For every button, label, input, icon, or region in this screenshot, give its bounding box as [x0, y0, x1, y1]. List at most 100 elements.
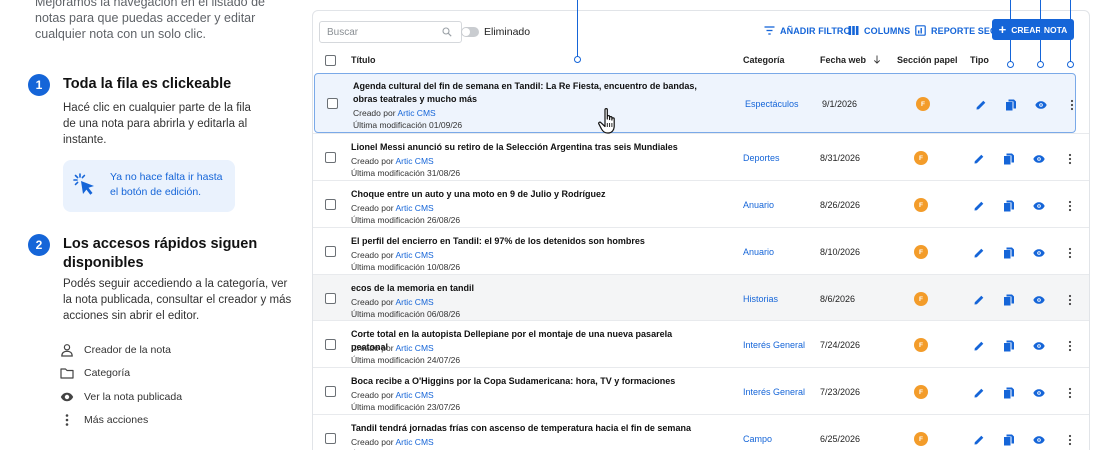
creator-link[interactable]: Artic CMS [395, 203, 433, 213]
creator-link[interactable]: Artic CMS [395, 250, 433, 260]
edit-icon[interactable] [973, 246, 985, 258]
category-link[interactable]: Campo [743, 434, 772, 444]
created-by-label: Creado por [351, 390, 394, 400]
note-meta: Creado por Artic CMS Última modificación … [351, 155, 460, 179]
table-row[interactable]: Tandil tendrá jornadas frías con ascenso… [313, 414, 1089, 450]
duplicate-icon[interactable] [1003, 199, 1015, 212]
edit-icon[interactable] [973, 152, 985, 164]
legend-item-view: Ver la nota publicada [60, 385, 182, 409]
creator-link[interactable]: Artic CMS [395, 156, 433, 166]
view-published-icon[interactable] [1033, 152, 1045, 164]
note-meta: Creado por Artic CMS Última modificación … [353, 107, 462, 131]
duplicate-icon[interactable] [1003, 386, 1015, 399]
duplicate-icon[interactable] [1003, 293, 1015, 306]
more-actions-icon[interactable] [1064, 433, 1076, 446]
view-published-icon[interactable] [1033, 339, 1045, 351]
view-published-icon[interactable] [1033, 246, 1045, 258]
web-date: 6/25/2026 [820, 434, 861, 444]
view-published-icon[interactable] [1033, 386, 1045, 398]
column-header-type[interactable]: Tipo [970, 55, 989, 65]
person-icon [61, 343, 73, 357]
add-filter-button[interactable]: AÑADIR FILTRO [764, 25, 851, 36]
created-by-label: Creado por [351, 297, 394, 307]
more-actions-icon[interactable] [1066, 98, 1078, 111]
duplicate-icon[interactable] [1003, 246, 1015, 259]
plus-icon: + [998, 22, 1007, 37]
row-checkbox[interactable] [325, 386, 336, 397]
annotation-line [1010, 0, 1011, 62]
edit-icon[interactable] [973, 339, 985, 351]
toolbar: Eliminado AÑADIR FILTRO COLUMNS REPORTE … [313, 11, 1089, 49]
view-published-icon[interactable] [1033, 199, 1045, 211]
created-by-label: Creado por [351, 343, 394, 353]
creator-link[interactable]: Artic CMS [395, 297, 433, 307]
creator-link[interactable]: Artic CMS [397, 108, 435, 118]
category-link[interactable]: Anuario [743, 247, 774, 257]
more-actions-icon[interactable] [1064, 152, 1076, 165]
row-checkbox[interactable] [325, 246, 336, 257]
web-date: 8/10/2026 [820, 247, 861, 257]
note-title: Tandil tendrá jornadas frías con ascenso… [351, 423, 691, 433]
table-row[interactable]: Lionel Messi anunció su retiro de la Sel… [313, 133, 1089, 180]
column-header-paper[interactable]: Sección papel [897, 55, 958, 65]
folder-icon [60, 368, 74, 379]
view-published-icon[interactable] [1033, 433, 1045, 445]
note-title: Agenda cultural del fin de semana en Tan… [353, 81, 697, 104]
annotation-dot [1007, 61, 1014, 68]
edit-icon[interactable] [973, 433, 985, 445]
duplicate-icon[interactable] [1003, 433, 1015, 446]
category-link[interactable]: Anuario [743, 200, 774, 210]
table-row[interactable]: Choque entre un auto y una moto en 9 de … [313, 180, 1089, 227]
deleted-toggle[interactable] [461, 27, 479, 37]
more-actions-icon[interactable] [1064, 339, 1076, 352]
column-header-date[interactable]: Fecha web [820, 55, 881, 65]
row-checkbox[interactable] [325, 199, 336, 210]
create-note-button[interactable]: + CREAR NOTA [992, 19, 1074, 40]
more-actions-icon[interactable] [1064, 293, 1076, 306]
table-row[interactable]: Boca recibe a O'Higgins por la Copa Suda… [313, 367, 1089, 414]
more-actions-icon[interactable] [1064, 246, 1076, 259]
category-link[interactable]: Historias [743, 294, 778, 304]
row-checkbox[interactable] [325, 152, 336, 163]
row-checkbox[interactable] [325, 339, 336, 350]
hand-cursor-icon [598, 108, 615, 134]
select-all-checkbox[interactable] [325, 55, 336, 66]
duplicate-icon[interactable] [1003, 152, 1015, 165]
edit-icon[interactable] [975, 98, 987, 110]
columns-button[interactable]: COLUMNS [848, 25, 910, 36]
search-input[interactable] [319, 21, 462, 43]
table-row[interactable]: Agenda cultural del fin de semana en Tan… [314, 73, 1076, 133]
seo-report-button[interactable]: REPORTE SEO [915, 25, 997, 36]
category-link[interactable]: Interés General [743, 387, 805, 397]
search-icon [442, 27, 452, 37]
category-link[interactable]: Deportes [743, 153, 780, 163]
row-checkbox[interactable] [327, 98, 338, 109]
creator-link[interactable]: Artic CMS [395, 437, 433, 447]
category-link[interactable]: Espectáculos [745, 99, 799, 109]
creator-link[interactable]: Artic CMS [395, 390, 433, 400]
edit-icon[interactable] [973, 386, 985, 398]
legend-label: Ver la nota publicada [84, 390, 183, 403]
category-link[interactable]: Interés General [743, 340, 805, 350]
column-header-title[interactable]: Título [351, 55, 376, 65]
note-title: Choque entre un auto y una moto en 9 de … [351, 189, 606, 199]
note-title: ecos de la memoria en tandil [351, 283, 475, 293]
more-actions-icon[interactable] [1064, 386, 1076, 399]
created-by-label: Creado por [351, 437, 394, 447]
web-date: 8/26/2026 [820, 200, 861, 210]
edit-icon[interactable] [973, 293, 985, 305]
table-row[interactable]: El perfil del encierro en Tandil: el 97%… [313, 227, 1089, 274]
row-checkbox[interactable] [325, 293, 336, 304]
creator-link[interactable]: Artic CMS [395, 343, 433, 353]
last-modified: Última modificación 10/08/26 [351, 262, 461, 272]
view-published-icon[interactable] [1033, 293, 1045, 305]
table-row[interactable]: Corte total en la autopista Dellepiane p… [313, 320, 1089, 367]
duplicate-icon[interactable] [1005, 98, 1017, 111]
edit-icon[interactable] [973, 199, 985, 211]
table-row[interactable]: ecos de la memoria en tandil Creado por A… [313, 274, 1089, 321]
duplicate-icon[interactable] [1003, 339, 1015, 352]
view-published-icon[interactable] [1035, 98, 1047, 110]
more-actions-icon[interactable] [1064, 199, 1076, 212]
row-checkbox[interactable] [325, 433, 336, 444]
column-header-category[interactable]: Categoría [743, 55, 785, 65]
